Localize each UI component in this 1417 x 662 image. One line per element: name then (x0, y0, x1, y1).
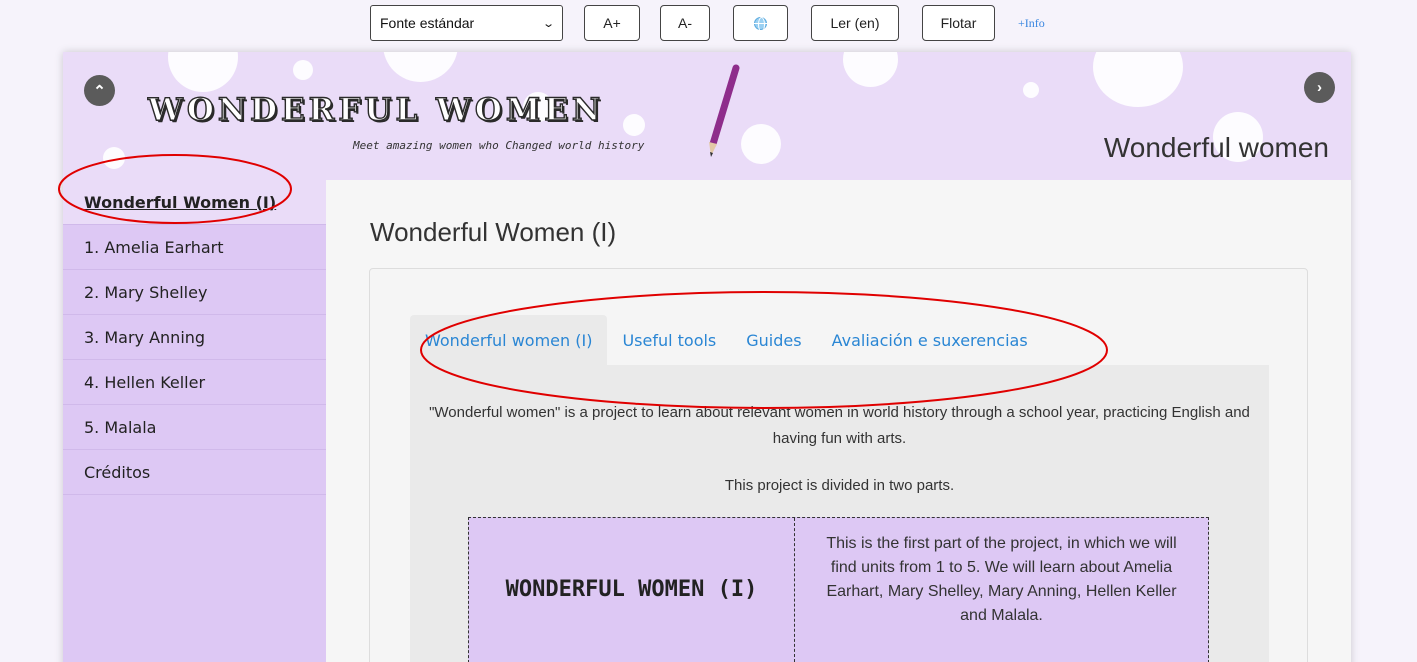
site-header: ⌃ › WONDERFUL WOMEN Meet amazing women w… (63, 52, 1351, 180)
sidebar-item-mary-anning[interactable]: 3. Mary Anning (63, 315, 326, 360)
header-title: Wonderful women (1103, 132, 1329, 163)
previous-page-button[interactable]: ⌃ (84, 75, 115, 106)
font-select-value: Fonte estándar (380, 15, 475, 31)
parts-text: This project is divided in two parts. (724, 477, 955, 494)
tab-guides[interactable]: Guides (731, 315, 816, 365)
decor-dot (1093, 52, 1183, 107)
info-link[interactable]: +Info (1018, 16, 1045, 31)
part-description: This is the first part of the project, i… (826, 535, 1177, 624)
sidebar-item-hellen-keller[interactable]: 4. Hellen Keller (63, 360, 326, 405)
decor-dot (293, 60, 313, 80)
content-panel: Wonderful women (I) Useful tools Guides … (369, 268, 1308, 662)
tab-content: "Wonderful women" is a project to learn … (410, 365, 1269, 662)
sidebar-item-wonderful-women[interactable]: Wonderful Women (I) (63, 180, 326, 225)
logo-title: WONDERFUL WOMEN (147, 91, 605, 128)
decor-dot (383, 52, 458, 82)
decor-dot (103, 147, 125, 169)
sidebar-item-creditos[interactable]: Créditos (63, 450, 326, 495)
sidebar-item-malala[interactable]: 5. Malala (63, 405, 326, 450)
intro-text: "Wonderful women" is a project to learn … (429, 404, 1250, 447)
next-page-button[interactable]: › (1304, 72, 1335, 103)
pencil-icon (709, 64, 740, 157)
tab-wonderful-women[interactable]: Wonderful women (I) (410, 315, 608, 365)
sidebar-item-mary-shelley[interactable]: 2. Mary Shelley (63, 270, 326, 315)
sidebar-item-amelia-earhart[interactable]: 1. Amelia Earhart (63, 225, 326, 270)
decor-dot (843, 52, 898, 87)
sidebar: Wonderful Women (I) 1. Amelia Earhart 2.… (63, 180, 326, 662)
decor-dot (1023, 82, 1039, 98)
increase-font-button[interactable]: A+ (584, 5, 640, 41)
tab-bar: Wonderful women (I) Useful tools Guides … (410, 315, 1043, 365)
tab-avaliacion[interactable]: Avaliación e suxerencias (817, 315, 1043, 365)
tab-useful-tools[interactable]: Useful tools (607, 315, 731, 365)
chevron-down-icon: ⌄ (541, 17, 555, 30)
chevron-right-icon: › (1317, 79, 1322, 96)
page-title: Wonderful Women (I) (370, 217, 617, 247)
part-title: WONDERFUL WOMEN (I) (469, 518, 795, 662)
font-select[interactable]: Fonte estándar ⌄ (370, 5, 563, 41)
chevron-up-icon: ⌃ (93, 82, 106, 100)
float-button[interactable]: Flotar (922, 5, 995, 41)
decor-dot (623, 114, 645, 136)
accessibility-toolbar: Fonte estándar ⌄ A+ A- Ler (en) Flotar +… (370, 5, 1045, 41)
translate-button[interactable] (733, 5, 788, 41)
logo-subtitle: Meet amazing women who Changed world his… (353, 139, 645, 152)
globe-icon (754, 16, 767, 32)
main-content: Wonderful Women (I) Wonderful women (I) … (326, 180, 1351, 662)
decor-dot (168, 52, 238, 92)
part-table: WONDERFUL WOMEN (I) This is the first pa… (468, 517, 1209, 662)
page-card: ⌃ › WONDERFUL WOMEN Meet amazing women w… (63, 52, 1351, 662)
read-aloud-button[interactable]: Ler (en) (811, 5, 899, 41)
decrease-font-button[interactable]: A- (660, 5, 710, 41)
